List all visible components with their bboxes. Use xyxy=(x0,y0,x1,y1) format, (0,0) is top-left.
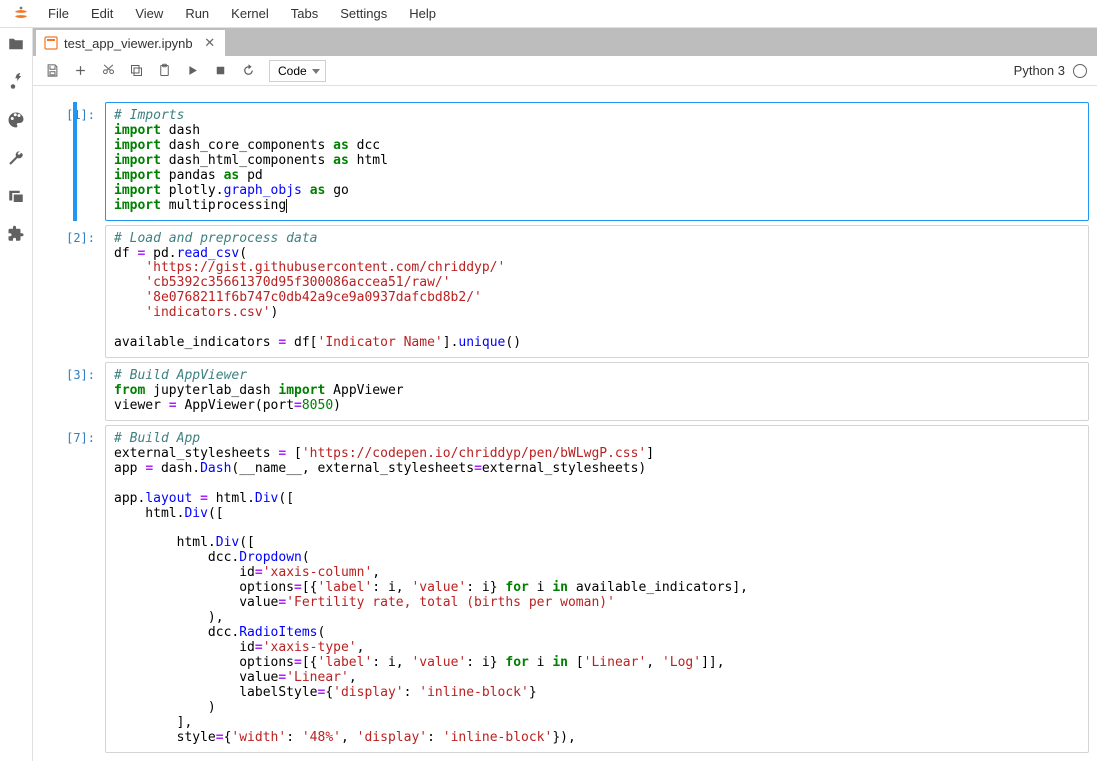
code-cell[interactable]: [7]:# Build App external_stylesheets = [… xyxy=(35,425,1089,753)
tab-label: test_app_viewer.ipynb xyxy=(64,36,193,51)
menu-view[interactable]: View xyxy=(125,2,173,25)
menu-tabs[interactable]: Tabs xyxy=(281,2,328,25)
close-icon[interactable]: ✕ xyxy=(203,36,217,50)
cell-prompt: [3]: xyxy=(35,362,105,421)
kernel-name[interactable]: Python 3 xyxy=(1014,63,1065,78)
menu-edit[interactable]: Edit xyxy=(81,2,123,25)
restart-icon[interactable] xyxy=(235,59,261,83)
running-icon[interactable] xyxy=(6,72,26,92)
menu-run[interactable]: Run xyxy=(175,2,219,25)
cell-prompt: [2]: xyxy=(35,225,105,359)
code-cell[interactable]: [3]:# Build AppViewer from jupyterlab_da… xyxy=(35,362,1089,421)
wrench-icon[interactable] xyxy=(6,148,26,168)
add-cell-icon[interactable] xyxy=(67,59,93,83)
tab-bar: test_app_viewer.ipynb ✕ xyxy=(33,28,1097,56)
kernel-status-icon[interactable] xyxy=(1073,64,1087,78)
code-cell[interactable]: [1]:# Imports import dash import dash_co… xyxy=(35,102,1089,221)
stop-icon[interactable] xyxy=(207,59,233,83)
notebook-area: [1]:# Imports import dash import dash_co… xyxy=(33,86,1097,761)
jupyter-logo[interactable] xyxy=(10,3,32,25)
tabs-icon[interactable] xyxy=(6,186,26,206)
cell-prompt: [7]: xyxy=(35,425,105,753)
save-icon[interactable] xyxy=(39,59,65,83)
cell-input[interactable]: # Build AppViewer from jupyterlab_dash i… xyxy=(105,362,1089,421)
code-cell[interactable]: [2]:# Load and preprocess data df = pd.r… xyxy=(35,225,1089,359)
cell-prompt: [1]: xyxy=(35,102,105,221)
cell-input[interactable]: # Build App external_stylesheets = ['htt… xyxy=(105,425,1089,753)
menu-file[interactable]: File xyxy=(38,2,79,25)
paste-icon[interactable] xyxy=(151,59,177,83)
palette-icon[interactable] xyxy=(6,110,26,130)
cell-type-select[interactable]: Code xyxy=(269,60,326,82)
cell-input[interactable]: # Imports import dash import dash_core_c… xyxy=(105,102,1089,221)
menu-help[interactable]: Help xyxy=(399,2,446,25)
menu-settings[interactable]: Settings xyxy=(330,2,397,25)
activity-bar xyxy=(0,28,33,761)
folder-icon[interactable] xyxy=(6,34,26,54)
tab-notebook[interactable]: test_app_viewer.ipynb ✕ xyxy=(35,29,226,56)
menu-bar: FileEditViewRunKernelTabsSettingsHelp xyxy=(0,0,1097,28)
menu-kernel[interactable]: Kernel xyxy=(221,2,279,25)
notebook-icon xyxy=(44,36,58,50)
copy-icon[interactable] xyxy=(123,59,149,83)
cell-input[interactable]: # Load and preprocess data df = pd.read_… xyxy=(105,225,1089,359)
run-icon[interactable] xyxy=(179,59,205,83)
notebook-toolbar: Code Python 3 xyxy=(33,56,1097,86)
extension-icon[interactable] xyxy=(6,224,26,244)
cut-icon[interactable] xyxy=(95,59,121,83)
